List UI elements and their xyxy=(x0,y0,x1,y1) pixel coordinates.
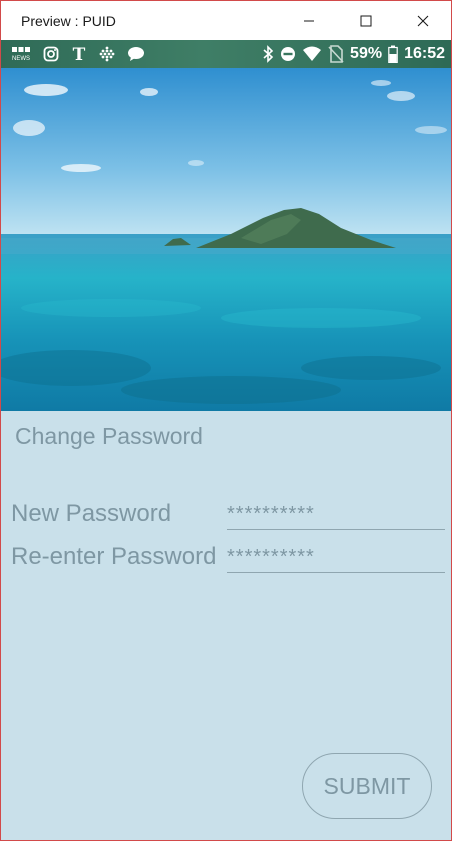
chat-bubble-icon xyxy=(127,46,145,62)
new-password-field-wrapper xyxy=(227,500,445,530)
bbc-news-icon: NEWS xyxy=(11,46,31,62)
new-password-field[interactable] xyxy=(227,500,445,529)
dots-grid-icon xyxy=(99,46,115,62)
app-window: Preview : PUID NEWS T 59% 16:52 Change P… xyxy=(0,0,452,841)
notification-icons: NEWS T xyxy=(11,45,145,63)
submit-button[interactable]: SUBMIT xyxy=(302,753,432,819)
minimize-button[interactable] xyxy=(280,1,337,40)
maximize-button[interactable] xyxy=(337,1,394,40)
maximize-icon xyxy=(360,15,371,26)
reenter-password-field[interactable] xyxy=(227,543,445,572)
minimize-icon xyxy=(303,20,314,21)
system-icons: 59% 16:52 xyxy=(262,40,445,68)
nytimes-icon: T xyxy=(71,45,87,63)
bbc-news-text: NEWS xyxy=(12,56,30,62)
close-icon xyxy=(417,15,428,26)
reenter-password-row: Re-enter Password xyxy=(11,539,445,573)
new-password-row: New Password xyxy=(11,496,445,530)
page-title: Change Password xyxy=(15,423,203,449)
svg-text:T: T xyxy=(73,45,86,63)
battery-icon xyxy=(388,45,398,63)
status-bar: NEWS T 59% 16:52 xyxy=(1,40,451,68)
battery-percent: 59% xyxy=(350,45,383,62)
reenter-password-label: Re-enter Password xyxy=(11,543,217,570)
instagram-icon xyxy=(43,46,59,62)
window-titlebar[interactable]: Preview : PUID xyxy=(1,1,451,40)
new-password-label: New Password xyxy=(11,500,172,527)
do-not-disturb-icon xyxy=(280,46,296,62)
clock: 16:52 xyxy=(404,45,445,62)
island-ocean-photo xyxy=(1,68,451,411)
wifi-icon xyxy=(302,46,322,62)
reenter-password-field-wrapper xyxy=(227,543,445,573)
window-title: Preview : PUID xyxy=(21,12,116,29)
window-controls xyxy=(280,1,451,40)
bluetooth-icon xyxy=(262,45,274,63)
close-button[interactable] xyxy=(394,1,451,40)
no-sim-icon xyxy=(328,45,344,63)
